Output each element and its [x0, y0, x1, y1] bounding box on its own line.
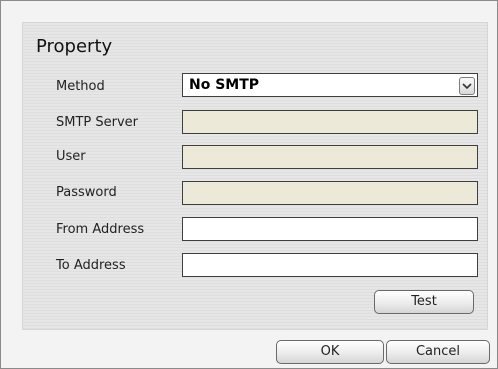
password-field[interactable] [182, 181, 478, 205]
from-address-field[interactable] [182, 217, 478, 241]
chevron-down-icon[interactable] [459, 77, 475, 95]
ok-button[interactable]: OK [276, 340, 384, 364]
from-address-label: From Address [56, 222, 145, 237]
test-button[interactable]: Test [374, 290, 474, 314]
password-label: Password [56, 185, 117, 200]
to-address-label: To Address [56, 258, 126, 273]
smtp-server-label: SMTP Server [56, 115, 139, 130]
user-label: User [56, 149, 86, 164]
method-select[interactable]: No SMTP [182, 73, 478, 97]
to-address-field[interactable] [182, 253, 478, 277]
smtp-server-field[interactable] [182, 110, 478, 134]
method-label: Method [56, 79, 105, 94]
user-field[interactable] [182, 145, 478, 169]
panel-title: Property [36, 36, 113, 57]
cancel-button[interactable]: Cancel [386, 340, 490, 364]
method-select-value: No SMTP [189, 77, 260, 93]
property-panel [22, 22, 488, 330]
